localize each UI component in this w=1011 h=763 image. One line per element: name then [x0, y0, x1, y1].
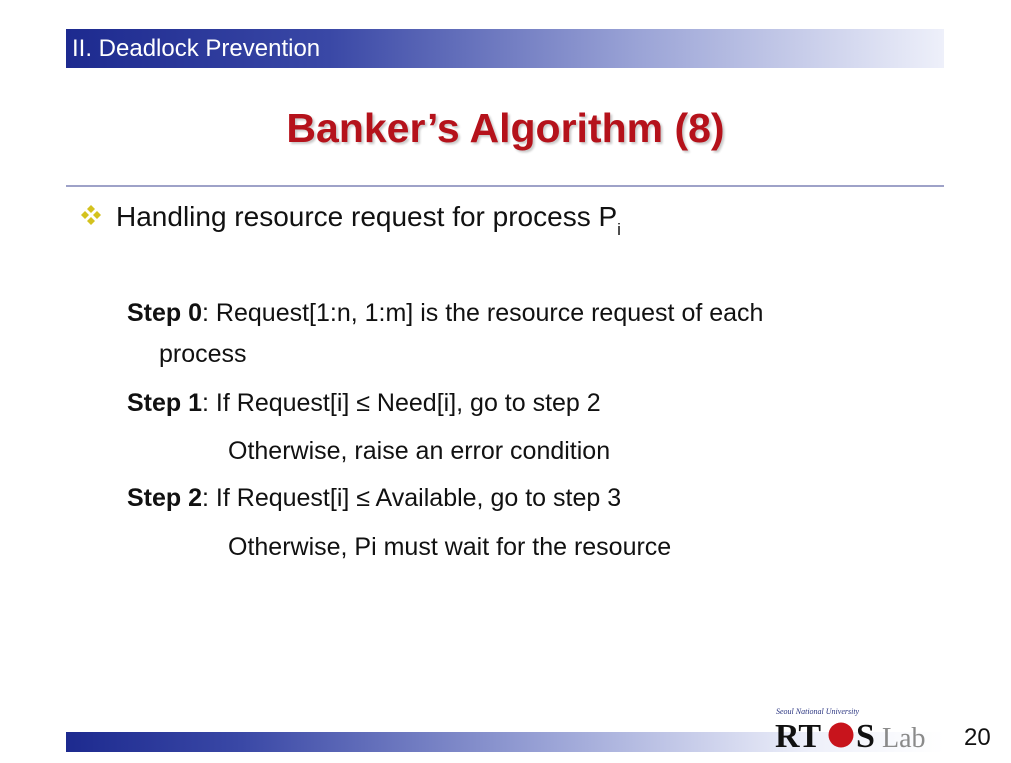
- step-1-text: : If Request[i] ≤ Need[i], go to step 2: [202, 389, 601, 417]
- section-title: II. Deadlock Prevention: [72, 35, 321, 62]
- step-2-continuation: Otherwise, Pi must wait for the resource: [228, 533, 672, 561]
- page-number: 20: [964, 724, 991, 751]
- step-0-continuation: process: [159, 340, 247, 368]
- step-2-text: : If Request[i] ≤ Available, go to step …: [202, 484, 622, 512]
- logo-red-circle: [828, 722, 854, 748]
- step-1-label: Step 1: [127, 389, 203, 417]
- logo-s-text: S: [856, 718, 875, 755]
- diamond-cluster-bullet-icon: [81, 205, 101, 225]
- slide-title: Banker’s Algorithm (8): [286, 105, 725, 151]
- logo-university-text: Seoul National University: [776, 707, 860, 716]
- step-1-line: Step 1: If Request[i] ≤ Need[i], go to s…: [127, 389, 601, 418]
- step-0-text: : Request[1:n, 1:m] is the resource requ…: [202, 299, 764, 327]
- title-divider: [66, 185, 944, 187]
- step-2-label: Step 2: [127, 484, 203, 512]
- bullet-text: Handling resource request for process Pi: [116, 201, 621, 239]
- bullet-text-main: Handling resource request for process P: [116, 201, 618, 232]
- step-2-line: Step 2: If Request[i] ≤ Available, go to…: [127, 484, 621, 513]
- step-1-continuation: Otherwise, raise an error condition: [228, 437, 611, 465]
- logo-rt-text: RT: [775, 718, 821, 755]
- step-0-label: Step 0: [127, 299, 203, 327]
- rtos-lab-logo: Seoul National University RT S Lab: [775, 707, 926, 755]
- step-0-line: Step 0: Request[1:n, 1:m] is the resourc…: [127, 299, 763, 328]
- bullet-subscript: i: [617, 220, 621, 239]
- logo-lab-text: Lab: [882, 723, 926, 754]
- section-header-bar: II. Deadlock Prevention: [66, 29, 944, 68]
